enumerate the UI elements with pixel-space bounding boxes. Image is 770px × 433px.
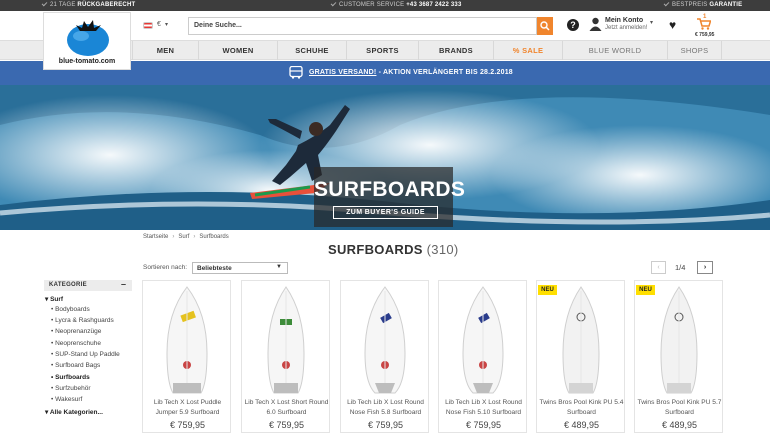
account-title[interactable]: Mein Konto (605, 17, 643, 24)
check-icon (41, 0, 48, 7)
breadcrumb-home[interactable]: Startseite (143, 234, 168, 240)
surfboard-image (267, 286, 305, 394)
nav-brands[interactable]: BRANDS (418, 41, 493, 60)
breadcrumb-surfboards: Surfboards (199, 234, 229, 240)
nav-men[interactable]: MEN (132, 41, 198, 60)
new-badge: NEU (538, 285, 557, 295)
product-card[interactable]: Lib Tech X Lost Short Round 6.0 Surfboar… (241, 280, 330, 433)
account-icon[interactable] (589, 17, 602, 31)
category-surfzubehoer[interactable]: • Surfzubehör (51, 385, 91, 392)
product-price: € 489,95 (661, 420, 698, 430)
help-icon[interactable]: ? (567, 19, 579, 31)
product-price: € 759,95 (367, 420, 404, 430)
surfboard-image (166, 286, 208, 394)
product-name[interactable]: Lib Tech Lib X Lost Round Nose Fish 5.8 … (343, 398, 428, 417)
category-surfboard-bags[interactable]: • Surfboard Bags (51, 362, 100, 369)
hero-title: SURFBOARDS (314, 178, 466, 201)
product-name[interactable]: Lib Tech X Lost Short Round 6.0 Surfboar… (244, 398, 329, 417)
next-page-button[interactable]: › (697, 261, 713, 274)
austria-flag-icon[interactable] (143, 22, 153, 29)
product-price: € 759,95 (169, 420, 206, 430)
all-categories-link[interactable]: ▾ Alle Kategorien... (45, 408, 103, 416)
logo-text: blue-tomato.com (58, 58, 116, 65)
collapse-icon[interactable]: – (121, 279, 126, 289)
chevron-down-icon[interactable]: ▾ (165, 21, 168, 28)
search-icon (540, 21, 550, 31)
result-count: (310) (426, 242, 459, 257)
best-price-note: BESTPREIS GARANTIE (663, 0, 742, 8)
customer-service-note: CUSTOMER SERVICE +43 3687 2422 333 (330, 0, 462, 8)
chevron-down-icon[interactable]: ▼ (276, 264, 282, 270)
sort-select[interactable]: Beliebteste (192, 262, 288, 274)
product-card[interactable]: Lib Tech X Lost Puddle Jumper 5.9 Surfbo… (142, 280, 231, 433)
product-card[interactable]: Twins Bros Pool Kink PU 5.7 Surfboard € … (634, 280, 723, 433)
product-price: € 759,95 (465, 420, 502, 430)
nav-shops[interactable]: SHOPS (667, 41, 722, 60)
currency-selector[interactable]: € (157, 21, 161, 28)
chevron-down-icon[interactable]: ▾ (650, 19, 653, 26)
product-name[interactable]: Twins Bros Pool Kink PU 5.4 Surfboard (539, 398, 624, 417)
check-icon (330, 0, 337, 7)
surfboard-image (562, 286, 600, 394)
breadcrumb: Startseite › Surf › Surfboards (143, 234, 229, 240)
product-price: € 759,95 (268, 420, 305, 430)
category-sup[interactable]: • SUP-Stand Up Paddle (51, 351, 120, 358)
category-bodyboards[interactable]: • Bodyboards (51, 306, 90, 313)
site-logo[interactable]: blue-tomato.com (43, 12, 131, 70)
tomato-logo-icon (67, 20, 109, 56)
promo-text: GRATIS VERSAND! - AKTION VERLÄNGERT BIS … (309, 69, 513, 76)
category-wakesurf[interactable]: • Wakesurf (51, 396, 82, 403)
nav-schuhe[interactable]: SCHUHE (277, 41, 346, 60)
nav-blue-world[interactable]: BLUE WORLD (562, 41, 667, 60)
page-title: SURFBOARDS (310) (328, 242, 459, 257)
category-heading[interactable]: KATEGORIE (44, 280, 132, 291)
category-surf[interactable]: ▾ Surf (45, 295, 63, 303)
product-card[interactable]: Lib Tech Lib X Lost Round Nose Fish 5.8 … (340, 280, 429, 433)
nav-women[interactable]: WOMEN (198, 41, 277, 60)
delivery-bus-icon (289, 66, 303, 79)
buyers-guide-button[interactable]: ZUM BUYER'S GUIDE (333, 206, 438, 219)
nav-sports[interactable]: SPORTS (346, 41, 418, 60)
page-indicator: 1/4 (675, 263, 686, 272)
product-name[interactable]: Lib Tech X Lost Puddle Jumper 5.9 Surfbo… (145, 398, 230, 417)
category-neoprenanzuege[interactable]: • Neoprenanzüge (51, 328, 101, 335)
wishlist-heart-icon[interactable]: ♥ (669, 18, 676, 32)
category-neoprenschuhe[interactable]: • Neoprenschuhe (51, 340, 101, 347)
product-price: € 489,95 (563, 420, 600, 430)
prev-page-button[interactable]: ‹ (651, 261, 666, 274)
surfboard-image (462, 286, 504, 394)
product-name[interactable]: Twins Bros Pool Kink PU 5.7 Surfboard (637, 398, 722, 417)
new-badge: NEU (636, 285, 655, 295)
breadcrumb-surf[interactable]: Surf (178, 234, 189, 240)
surfboard-image (364, 286, 406, 394)
cart-total[interactable]: € 759,95 (695, 32, 714, 38)
surfboard-image (660, 286, 698, 394)
category-lycra[interactable]: • Lycra & Rashguards (51, 317, 114, 324)
nav-sale[interactable]: % SALE (493, 41, 562, 60)
product-card[interactable]: Lib Tech Lib X Lost Round Nose Fish 5.10… (438, 280, 527, 433)
top-info-bar: 21 TAGE RÜCKGABERECHT CUSTOMER SERVICE +… (0, 0, 770, 11)
account-login-link[interactable]: Jetzt anmelden! (605, 25, 647, 31)
product-card[interactable]: Twins Bros Pool Kink PU 5.4 Surfboard € … (536, 280, 625, 433)
product-name[interactable]: Lib Tech Lib X Lost Round Nose Fish 5.10… (441, 398, 526, 417)
check-icon (663, 0, 670, 7)
search-input[interactable]: Deine Suche... (188, 17, 537, 35)
return-policy-note: 21 TAGE RÜCKGABERECHT (41, 0, 135, 8)
sort-label: Sortieren nach: (143, 264, 188, 271)
cart-icon[interactable] (697, 18, 711, 30)
search-button[interactable] (537, 17, 553, 35)
category-surfboards[interactable]: • Surfboards (51, 374, 90, 381)
